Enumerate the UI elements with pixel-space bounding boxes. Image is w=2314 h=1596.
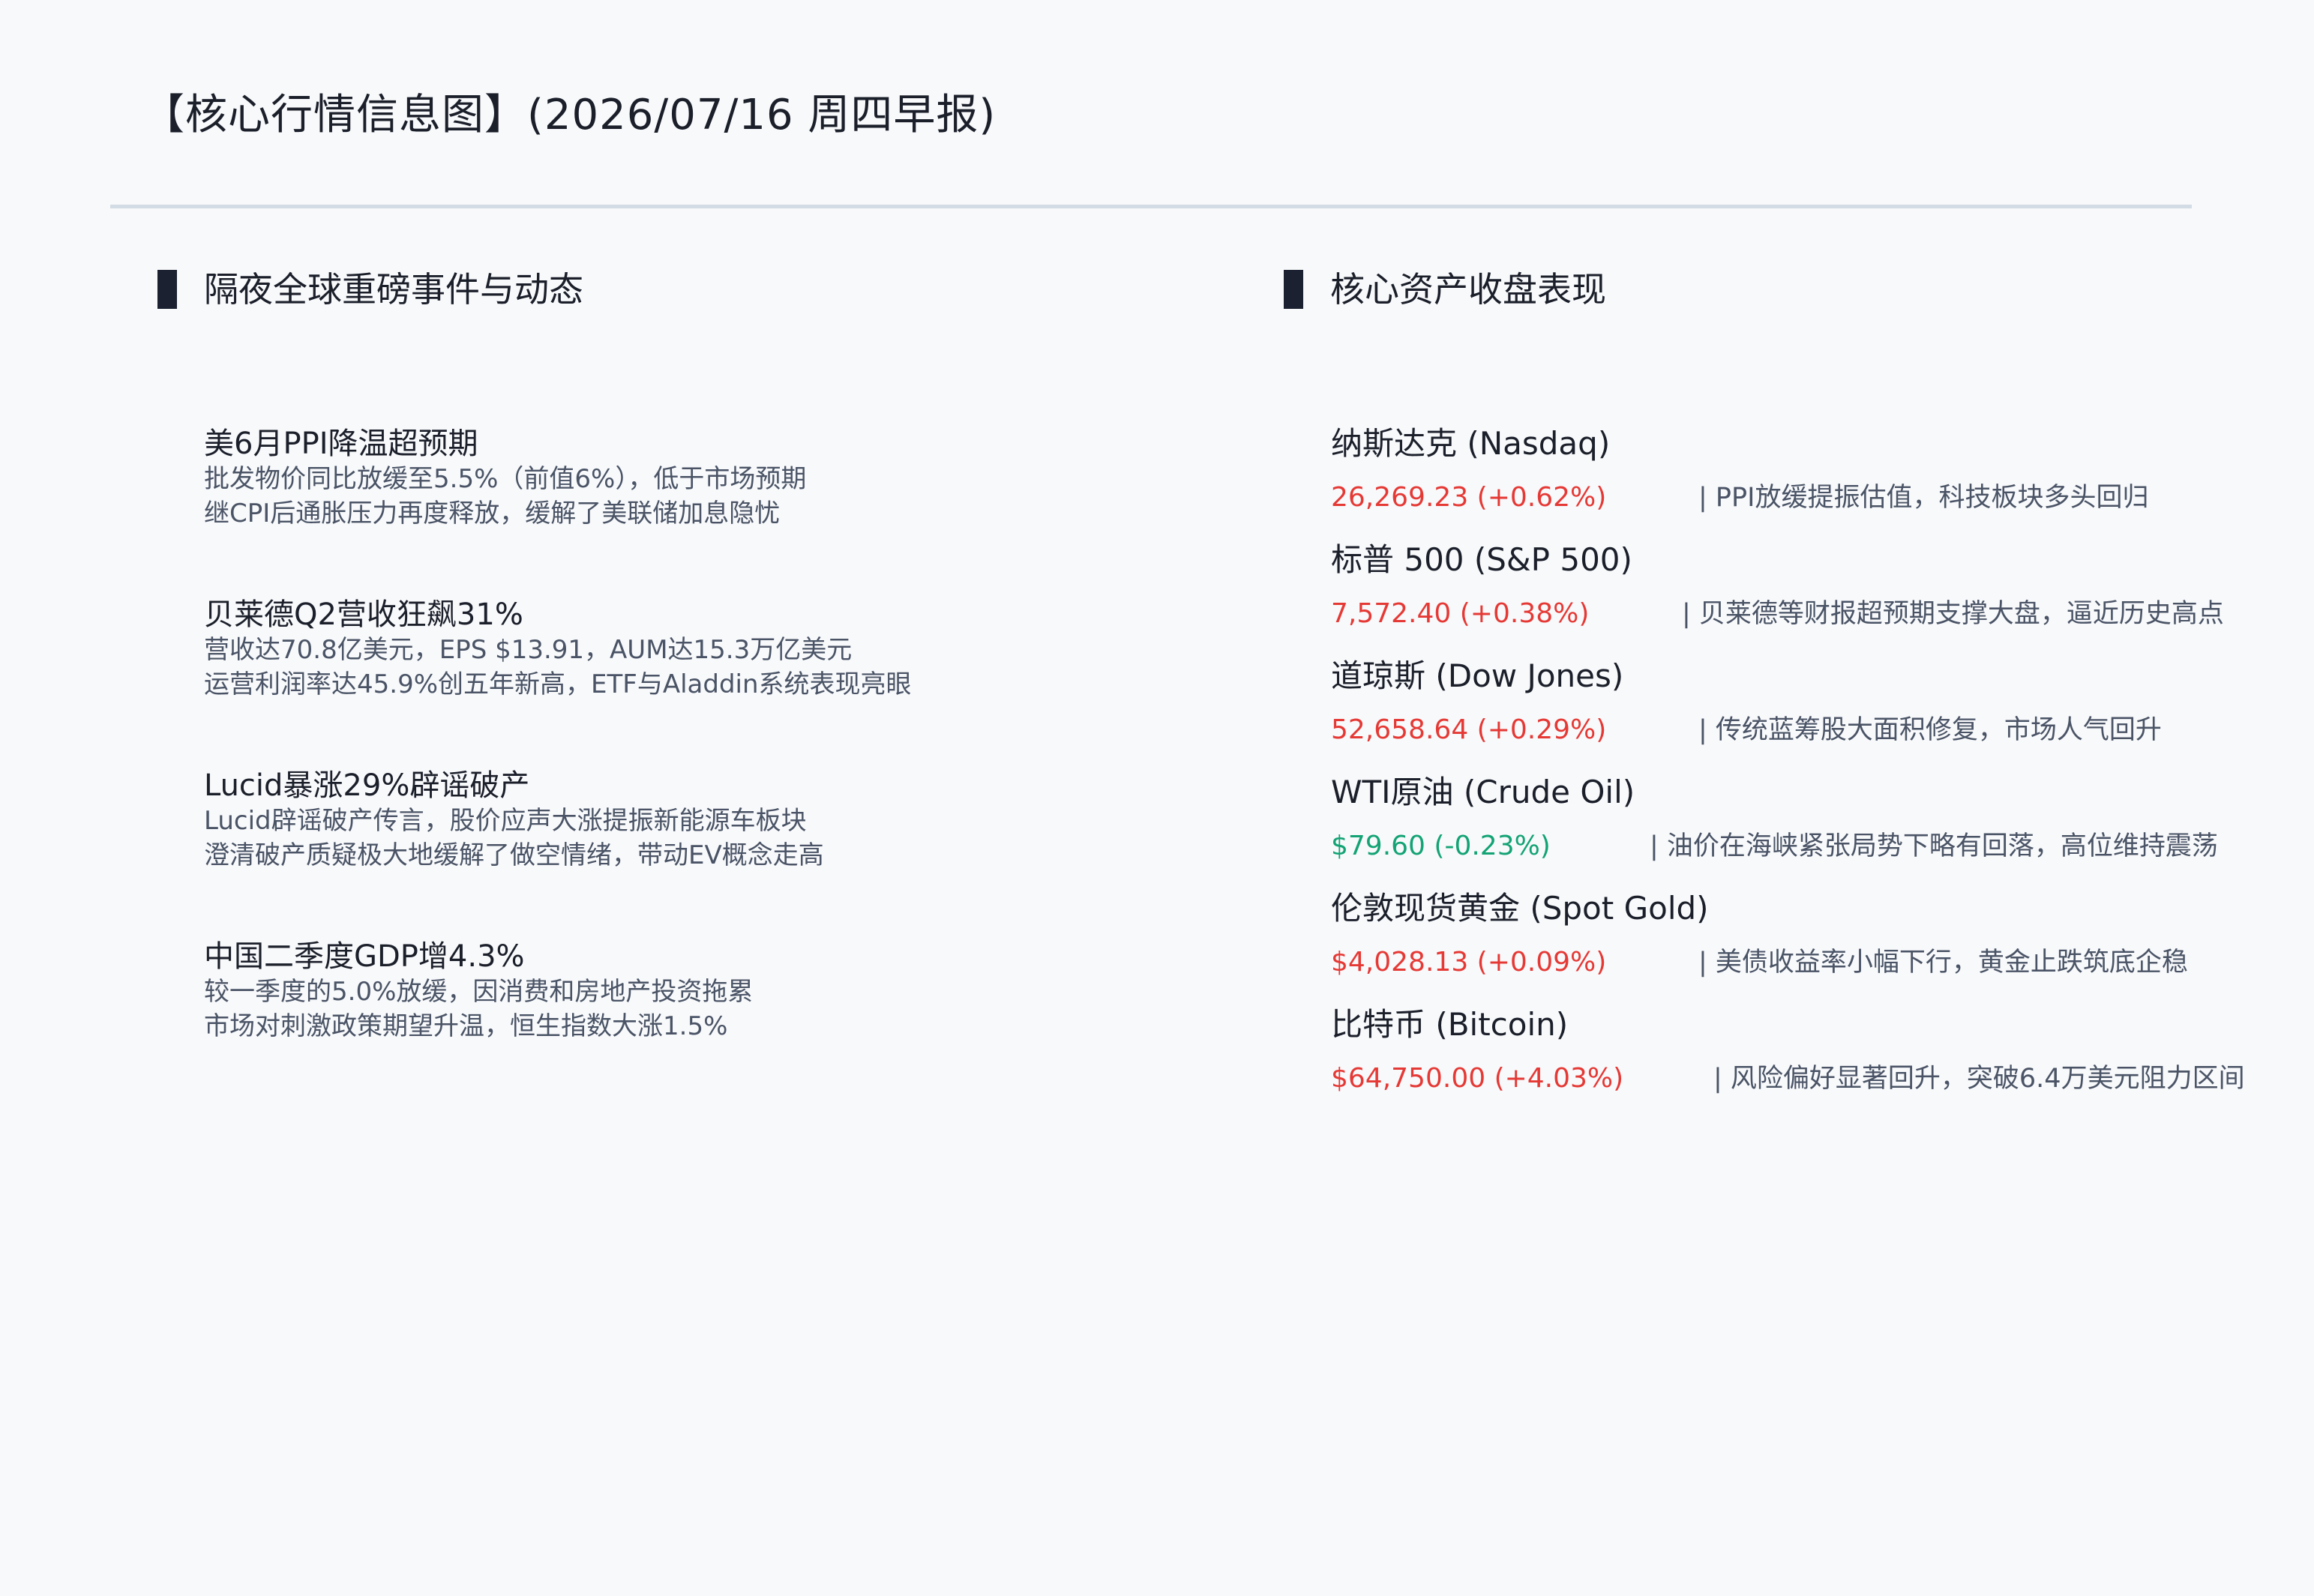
asset-value: 7,572.40 (+0.38%) (1331, 598, 1590, 629)
asset-item: WTI原油 (Crude Oil) $79.60 (-0.23%) | 油价在海… (1331, 770, 2218, 869)
asset-item: 伦敦现货黄金 (Spot Gold) $4,028.13 (+0.09%) | … (1331, 886, 2188, 985)
asset-value: $4,028.13 (+0.09%) (1331, 947, 1607, 978)
header-divider (110, 205, 2192, 208)
assets-heading-label: 核心资产收盘表现 (1330, 269, 1606, 310)
asset-item: 道琼斯 (Dow Jones) 52,658.64 (+0.29%) | 传统蓝… (1331, 654, 2162, 753)
event-title: 贝莱德Q2营收狂飙31% (204, 597, 523, 632)
event-detail: 较一季度的5.0%放缓，因消费和房地产投资拖累 (204, 977, 754, 1007)
asset-name: WTI原油 (Crude Oil) (1331, 774, 1635, 810)
asset-name: 伦敦现货黄金 (Spot Gold) (1331, 890, 1709, 927)
asset-item: 标普 500 (S&P 500) 7,572.40 (+0.38%) | 贝莱德… (1331, 537, 2224, 636)
asset-note: | 风险偏好显著回升，突破6.4万美元阻力区间 (1713, 1064, 2245, 1094)
event-detail: 继CPI后通胀压力再度释放，缓解了美联储加息隐忧 (204, 499, 781, 529)
event-detail: Lucid辟谣破产传言，股价应声大涨提振新能源车板块 (204, 806, 807, 836)
event-title: 中国二季度GDP增4.3% (204, 939, 525, 974)
events-heading-label: 隔夜全球重磅事件与动态 (204, 269, 583, 310)
asset-value: 52,658.64 (+0.29%) (1331, 714, 1607, 745)
asset-name: 比特币 (Bitcoin) (1331, 1006, 1569, 1043)
event-title: Lucid暴涨29%辟谣破产 (204, 768, 530, 803)
event-title: 美6月PPI降温超预期 (204, 427, 478, 461)
asset-note: | 贝莱德等财报超预期支撑大盘，逼近历史高点 (1682, 599, 2224, 629)
event-item: 贝莱德Q2营收狂飙31% 营收达70.8亿美元，EPS $13.91，AUM达1… (204, 597, 912, 702)
event-detail: 批发物价同比放缓至5.5%（前值6%），低于市场预期 (204, 464, 807, 494)
asset-name: 道琼斯 (Dow Jones) (1331, 657, 1624, 694)
asset-name: 纳斯达克 (Nasdaq) (1331, 425, 1611, 462)
asset-value: 26,269.23 (+0.62%) (1331, 482, 1607, 513)
event-detail: 市场对刺激政策期望升温，恒生指数大涨1.5% (204, 1011, 728, 1041)
page-title: 【核心行情信息图】(2026/07/16 周四早报) (142, 91, 997, 139)
asset-item: 比特币 (Bitcoin) $64,750.00 (+4.03%) | 风险偏好… (1331, 1002, 2245, 1101)
heading-marker (157, 270, 177, 309)
event-item: 美6月PPI降温超预期 批发物价同比放缓至5.5%（前值6%），低于市场预期 继… (204, 426, 806, 531)
event-item: 中国二季度GDP增4.3% 较一季度的5.0%放缓，因消费和房地产投资拖累 市场… (204, 939, 753, 1044)
asset-value: $64,750.00 (+4.03%) (1331, 1063, 1624, 1094)
event-detail: 运营利润率达45.9%创五年新高，ETF与Aladdin系统表现亮眼 (204, 669, 912, 699)
event-item: Lucid暴涨29%辟谣破产 Lucid辟谣破产传言，股价应声大涨提振新能源车板… (204, 768, 824, 873)
asset-note: | 油价在海峡紧张局势下略有回落，高位维持震荡 (1650, 831, 2218, 861)
asset-note: | PPI放缓提振估值，科技板块多头回归 (1698, 483, 2149, 513)
asset-note: | 传统蓝筹股大面积修复，市场人气回升 (1698, 715, 2162, 745)
asset-name: 标普 500 (S&P 500) (1331, 541, 1632, 578)
event-detail: 营收达70.8亿美元，EPS $13.91，AUM达15.3万亿美元 (204, 635, 853, 665)
asset-item: 纳斯达克 (Nasdaq) 26,269.23 (+0.62%) | PPI放缓… (1331, 421, 2148, 520)
event-detail: 澄清破产质疑极大地缓解了做空情绪，带动EV概念走高 (204, 840, 824, 870)
heading-marker (1284, 270, 1303, 309)
asset-note: | 美债收益率小幅下行，黄金止跌筑底企稳 (1698, 948, 2188, 978)
asset-value: $79.60 (-0.23%) (1331, 831, 1551, 861)
